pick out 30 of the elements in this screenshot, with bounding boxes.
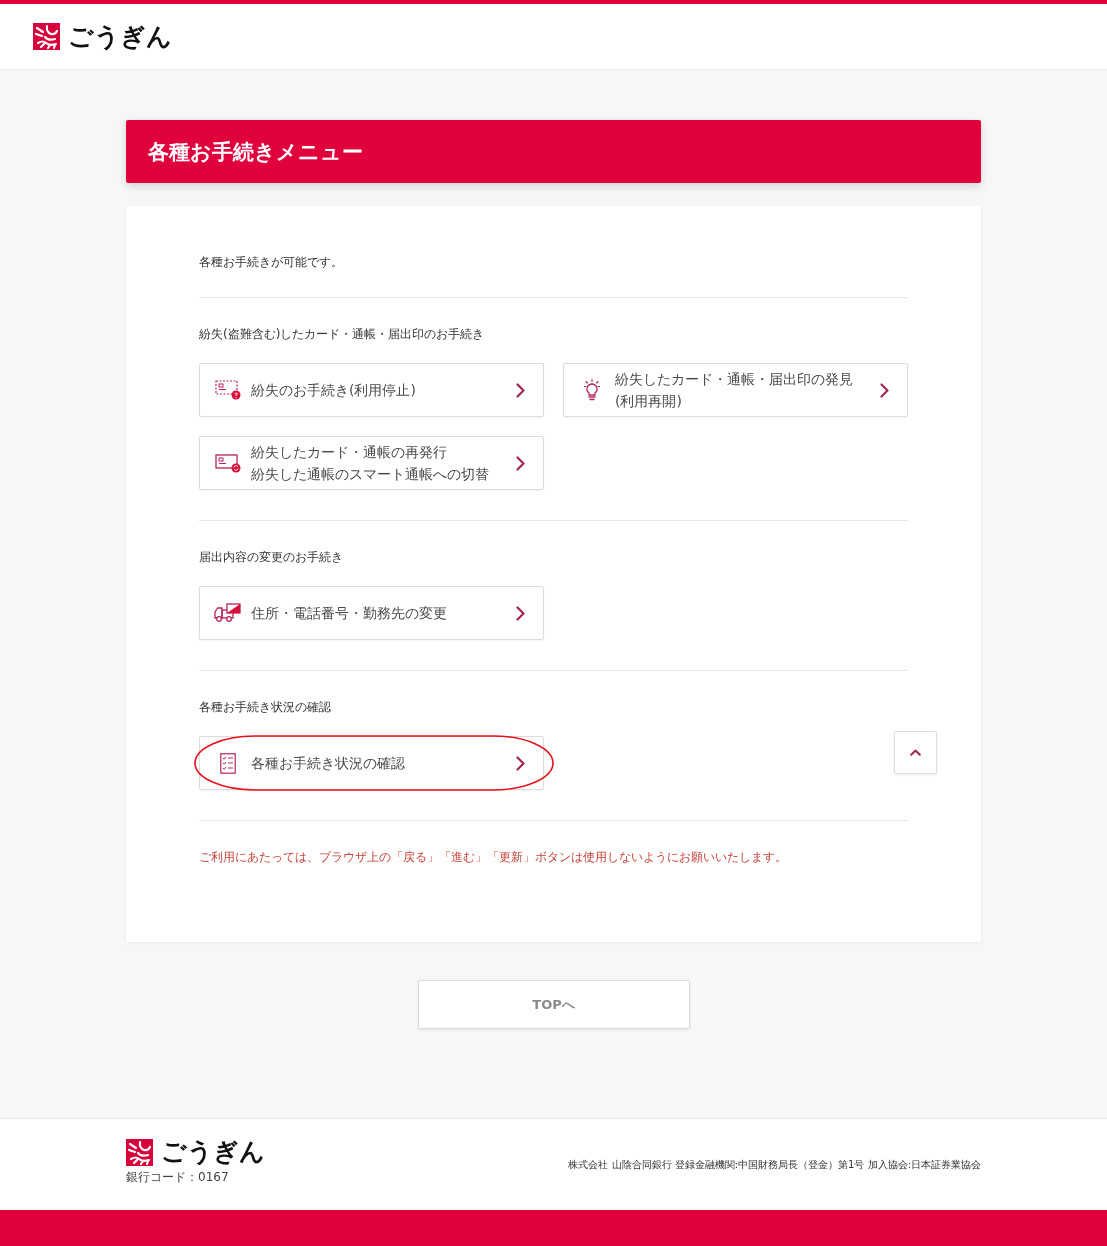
logo-text: ごうぎん bbox=[68, 21, 172, 52]
chevron-right-icon bbox=[880, 382, 889, 398]
logo-text: ごうぎん bbox=[161, 1137, 265, 1167]
company-info-text: 株式会社 山陰合同銀行 登録金融機関:中国財務局長（登金）第1号 加入協会:日本証券業協会 bbox=[568, 1158, 981, 1171]
menu-item-button[interactable]: 住所・電話番号・勤務先の変更 bbox=[199, 586, 544, 640]
section-heading: 各種お手続き状況の確認 bbox=[199, 699, 331, 715]
checklist-icon bbox=[220, 752, 236, 774]
chevron-right-icon bbox=[516, 605, 525, 621]
chevron-right-icon bbox=[516, 755, 525, 771]
logo-icon bbox=[126, 1138, 153, 1166]
logo-icon bbox=[33, 23, 60, 50]
truck-icon bbox=[214, 603, 242, 623]
chevron-right-icon bbox=[516, 382, 525, 398]
card-refresh-icon bbox=[215, 453, 241, 473]
bank-code-text: 銀行コード：0167 bbox=[126, 1170, 229, 1185]
section-heading: 届出内容の変更のお手続き bbox=[199, 549, 343, 565]
notice-text: ご利用にあたっては、ブラウザ上の「戻る」「進む」「更新」ボタンは使用しないようにお願いいたします。 bbox=[199, 849, 787, 865]
menu-item-button[interactable]: 紛失したカード・通帳の再発行 紛失した通帳のスマート通帳への切替 bbox=[199, 436, 544, 490]
top-button[interactable]: TOPへ bbox=[417, 980, 690, 1029]
chevron-up-icon bbox=[910, 749, 921, 756]
chevron-right-icon bbox=[516, 455, 525, 471]
menu-item-button[interactable]: 紛失したカード・通帳・届出印の発見 (利用再開) bbox=[563, 363, 908, 417]
menu-item-button[interactable]: 各種お手続き状況の確認 bbox=[199, 736, 544, 790]
section-heading: 紛失(盗難含む)したカード・通帳・届出印のお手続き bbox=[199, 326, 485, 342]
scroll-top-button[interactable] bbox=[894, 731, 937, 774]
dashed-card-icon bbox=[215, 380, 241, 400]
intro-text: 各種お手続きが可能です。 bbox=[199, 254, 343, 271]
menu-item-button[interactable]: 紛失のお手続き(利用停止) bbox=[199, 363, 544, 417]
lightbulb-icon bbox=[584, 379, 600, 401]
page-title: 各種お手続きメニュー bbox=[126, 120, 981, 183]
